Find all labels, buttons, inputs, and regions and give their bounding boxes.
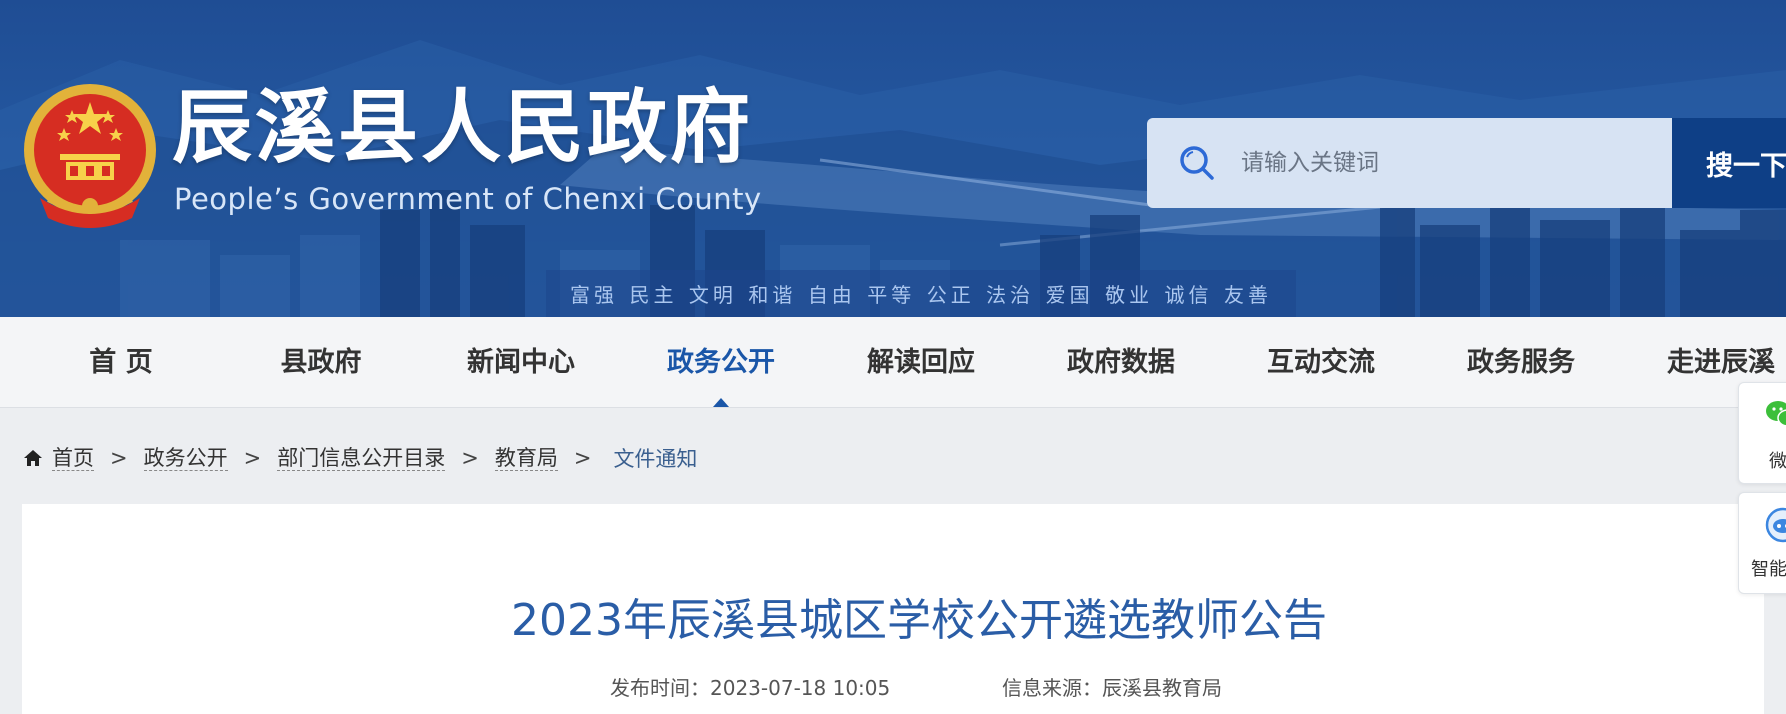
search-input[interactable] (1241, 133, 1672, 193)
info-source-value: 辰溪县教育局 (1102, 676, 1222, 700)
nav-item-government-data[interactable]: 政府数据 (1067, 317, 1175, 408)
nav-item-county-government[interactable]: 县政府 (281, 317, 362, 408)
breadcrumb: 首页 > 政务公开 > 部门信息公开目录 > 教育局 > 文件通知 (22, 440, 697, 476)
site-header: 辰溪县人民政府 People’s Government of Chenxi Co… (0, 0, 1786, 317)
core-value: 公正 (926, 283, 975, 307)
core-value: 文明 (688, 283, 737, 307)
publish-time-label: 发布时间： (610, 676, 710, 700)
article-title: 2023年辰溪县城区学校公开遴选教师公告 (511, 595, 1327, 646)
core-value: 自由 (807, 283, 856, 307)
nav-item-government-services[interactable]: 政务服务 (1467, 317, 1575, 408)
breadcrumb-separator: > (110, 446, 128, 470)
smart-assistant-label: 智能 (1751, 559, 1786, 580)
core-values-bar: 富强 民主 文明 和谐 自由 平等 公正 法治 爱国 敬业 诚信 友善 (546, 270, 1296, 317)
national-emblem-logo (24, 84, 156, 228)
publish-time-value: 2023-07-18 10:05 (710, 676, 891, 700)
home-icon (24, 450, 42, 466)
breadcrumb-link-home[interactable]: 首页 (52, 446, 94, 471)
core-value: 平等 (867, 283, 916, 307)
core-value: 法治 (986, 283, 1035, 307)
site-subtitle: People’s Government of Chenxi County (174, 182, 762, 216)
search-button[interactable]: 搜一下 (1672, 118, 1786, 208)
smart-assistant-float-button[interactable]: 智能 (1738, 492, 1786, 594)
search-icon (1180, 146, 1214, 180)
search-box (1147, 118, 1672, 208)
core-value: 诚信 (1164, 283, 1213, 307)
breadcrumb-link-education-bureau[interactable]: 教育局 (494, 446, 558, 471)
nav-item-government-affairs-disclosure[interactable]: 政务公开 (667, 317, 775, 408)
wechat-icon (1766, 401, 1786, 427)
info-source-label: 信息来源： (1002, 676, 1102, 700)
core-value: 敬业 (1105, 283, 1154, 307)
wechat-float-button[interactable]: 微 (1738, 382, 1786, 484)
nav-active-indicator (713, 398, 729, 407)
breadcrumb-link-government-affairs[interactable]: 政务公开 (143, 446, 228, 471)
core-value: 和谐 (748, 283, 797, 307)
core-value: 友善 (1223, 283, 1272, 307)
breadcrumb-current: 文件通知 (613, 447, 698, 471)
info-source: 信息来源：辰溪县教育局 (1002, 672, 1222, 701)
publish-time: 发布时间：2023-07-18 10:05 (610, 672, 890, 701)
nav-item-home[interactable]: 首 页 (89, 317, 152, 408)
core-value: 富强 (570, 283, 618, 307)
breadcrumb-separator: > (573, 446, 592, 470)
nav-item-interaction[interactable]: 互动交流 (1267, 317, 1375, 408)
core-value: 爱国 (1045, 283, 1094, 307)
article-panel: 2023年辰溪县城区学校公开遴选教师公告 发布时间：2023-07-18 10:… (22, 504, 1764, 714)
robot-assistant-icon (1765, 507, 1786, 543)
core-value: 民主 (629, 283, 678, 307)
wechat-label: 微 (1769, 451, 1786, 472)
breadcrumb-link-department-catalog[interactable]: 部门信息公开目录 (277, 446, 446, 471)
nav-item-interpretation-response[interactable]: 解读回应 (867, 317, 975, 408)
site-title: 辰溪县人民政府 (172, 81, 753, 174)
main-nav: 首 页 县政府 新闻中心 政务公开 解读回应 政府数据 互动交流 政务服务 走进… (0, 317, 1786, 408)
nav-item-news-center[interactable]: 新闻中心 (467, 317, 575, 408)
breadcrumb-separator: > (461, 446, 479, 470)
breadcrumb-separator: > (243, 446, 262, 470)
